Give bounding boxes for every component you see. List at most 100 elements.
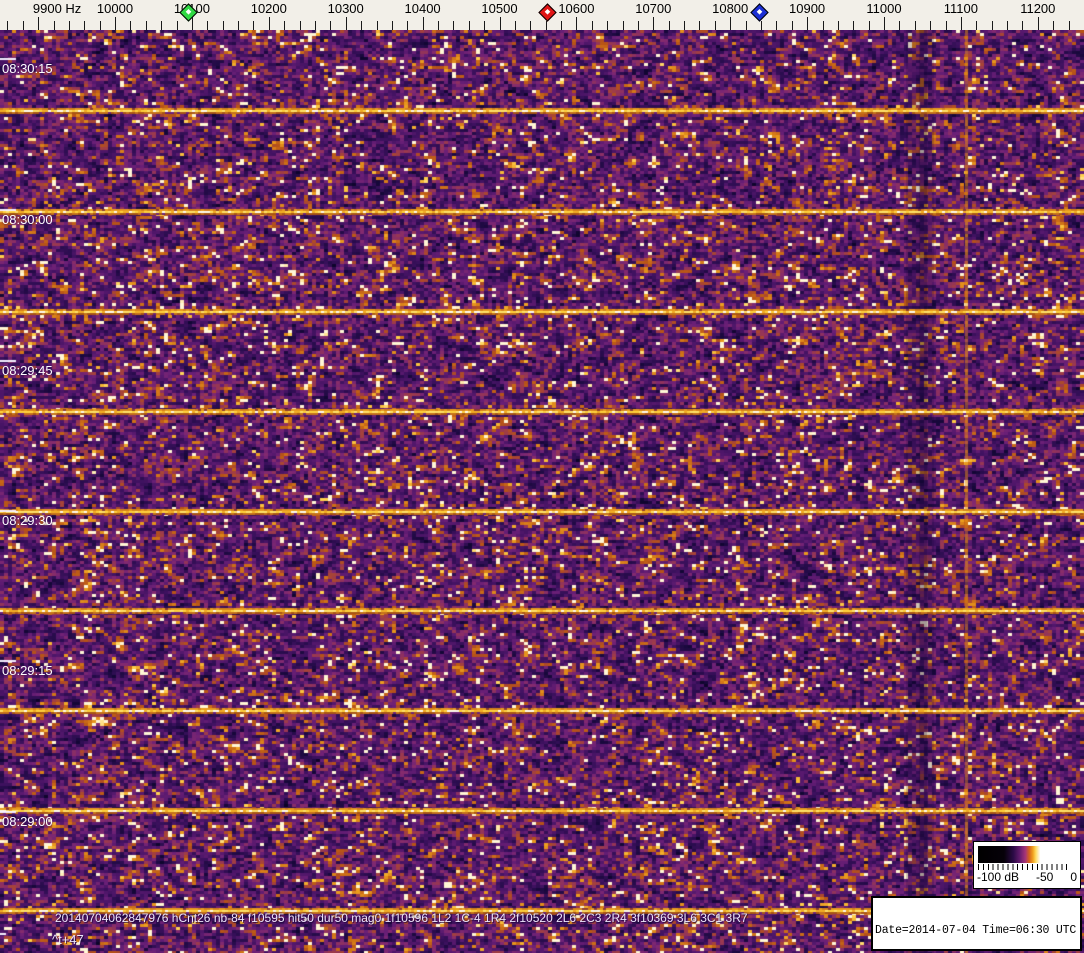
minor-tick bbox=[699, 21, 701, 30]
green-marker-dot bbox=[185, 8, 191, 15]
minor-tick bbox=[1022, 21, 1024, 30]
freq-tick-label: 10800 bbox=[712, 1, 749, 16]
major-tick bbox=[884, 17, 885, 30]
freq-tick-label: 10900 bbox=[789, 1, 826, 16]
freq-tick-label: 11000 bbox=[866, 1, 902, 16]
minor-tick bbox=[145, 21, 147, 30]
minor-tick bbox=[976, 21, 978, 30]
minor-tick bbox=[930, 21, 932, 30]
freq-tick-label: 11200 bbox=[1020, 1, 1056, 16]
minor-tick bbox=[130, 21, 132, 30]
colorbar-gradient bbox=[978, 846, 1071, 863]
minor-tick bbox=[1068, 21, 1070, 30]
minor-tick bbox=[607, 21, 609, 30]
freq-tick-label: 10200 bbox=[250, 1, 287, 16]
minor-tick bbox=[822, 21, 824, 30]
minor-tick bbox=[668, 21, 670, 30]
blue-marker-dot bbox=[756, 8, 763, 15]
colorbar-label-mid: -50 bbox=[1036, 870, 1054, 884]
major-tick bbox=[807, 17, 809, 30]
minor-tick bbox=[284, 21, 286, 30]
freq-tick-label: 10700 bbox=[635, 1, 672, 16]
colorbar-label-min: -100 dB bbox=[977, 870, 1020, 884]
major-tick bbox=[422, 17, 424, 30]
major-tick bbox=[191, 17, 193, 30]
spectrogram-app: 9900 Hz100001010010200103001040010500106… bbox=[0, 0, 1084, 953]
major-tick bbox=[115, 17, 116, 30]
freq-tick-label: 10600 bbox=[558, 1, 595, 16]
major-tick bbox=[268, 17, 270, 30]
minor-tick bbox=[361, 21, 363, 30]
minor-tick bbox=[207, 21, 209, 30]
minor-tick bbox=[591, 21, 593, 30]
minor-tick bbox=[899, 21, 901, 30]
major-tick bbox=[38, 17, 40, 30]
time-tick-label: 08:29:00 bbox=[2, 814, 53, 829]
minor-tick bbox=[791, 21, 793, 30]
minor-tick bbox=[22, 21, 24, 30]
info-box: Date=2014-07-04 Time=06:30 UTC Freq=143 … bbox=[871, 896, 1082, 951]
minor-tick bbox=[376, 21, 378, 30]
minor-tick bbox=[238, 21, 239, 30]
freq-tick-label: 9900 Hz bbox=[32, 1, 82, 16]
minor-tick bbox=[453, 21, 455, 30]
major-tick bbox=[1037, 17, 1039, 30]
minor-tick bbox=[314, 21, 316, 30]
red-marker[interactable] bbox=[538, 3, 558, 22]
time-tick-label: 08:29:15 bbox=[2, 663, 53, 678]
major-tick bbox=[576, 17, 578, 30]
minor-tick bbox=[945, 21, 947, 30]
red-marker-dot bbox=[545, 8, 551, 15]
minor-tick bbox=[561, 21, 562, 30]
freq-tick-label: 10400 bbox=[404, 1, 441, 16]
minor-tick bbox=[761, 21, 762, 30]
minor-tick bbox=[776, 21, 778, 30]
major-tick bbox=[960, 17, 962, 30]
major-tick bbox=[499, 17, 501, 30]
minor-tick bbox=[868, 21, 870, 30]
time-tick-label: 08:29:45 bbox=[2, 363, 53, 378]
minor-tick bbox=[991, 21, 993, 30]
colorbar-labels: -100 dB -50 0 bbox=[974, 870, 1080, 884]
minor-tick bbox=[545, 21, 547, 30]
minor-tick bbox=[99, 21, 101, 30]
minor-tick bbox=[1007, 21, 1008, 30]
minor-tick bbox=[68, 21, 70, 30]
minor-tick bbox=[7, 21, 9, 30]
minor-tick bbox=[407, 21, 409, 30]
colorbar-label-max: 0 bbox=[1070, 870, 1077, 884]
minor-tick bbox=[53, 21, 55, 30]
time-tick-label: 08:30:15 bbox=[2, 61, 53, 76]
minor-tick bbox=[161, 21, 163, 30]
major-tick bbox=[653, 17, 655, 30]
minor-tick bbox=[176, 21, 178, 30]
time-tick-label: 08:30:00 bbox=[2, 212, 53, 227]
minor-tick bbox=[438, 21, 439, 30]
frequency-ruler: 9900 Hz100001010010200103001040010500106… bbox=[0, 0, 1084, 30]
minor-tick bbox=[745, 21, 747, 30]
minor-tick bbox=[684, 21, 686, 30]
minor-tick bbox=[391, 21, 393, 30]
minor-tick bbox=[622, 21, 624, 30]
major-tick bbox=[730, 17, 732, 30]
freq-tick-label: 10500 bbox=[481, 1, 518, 16]
minor-tick bbox=[914, 21, 916, 30]
minor-tick bbox=[484, 21, 486, 30]
minor-tick bbox=[853, 21, 855, 30]
freq-tick-label: 10300 bbox=[327, 1, 364, 16]
detection-annotation: 20140704062847976 hCnt26 nb-84 f10595 hi… bbox=[55, 911, 748, 925]
minor-tick bbox=[330, 21, 332, 30]
minor-tick bbox=[837, 21, 839, 30]
minor-tick bbox=[1053, 21, 1055, 30]
minor-tick bbox=[222, 21, 224, 30]
minor-tick bbox=[514, 21, 516, 30]
freq-tick-label: 11100 bbox=[943, 1, 979, 16]
info-line-date: Date=2014-07-04 Time=06:30 UTC bbox=[875, 923, 1077, 937]
blue-marker[interactable] bbox=[750, 3, 769, 22]
freq-tick-label: 10000 bbox=[96, 1, 134, 16]
minor-tick bbox=[637, 21, 639, 30]
colorbar: -100 dB -50 0 bbox=[973, 841, 1081, 889]
minor-tick bbox=[714, 21, 716, 30]
status-annotation: ^t+47 bbox=[52, 932, 84, 947]
minor-tick bbox=[299, 21, 301, 30]
